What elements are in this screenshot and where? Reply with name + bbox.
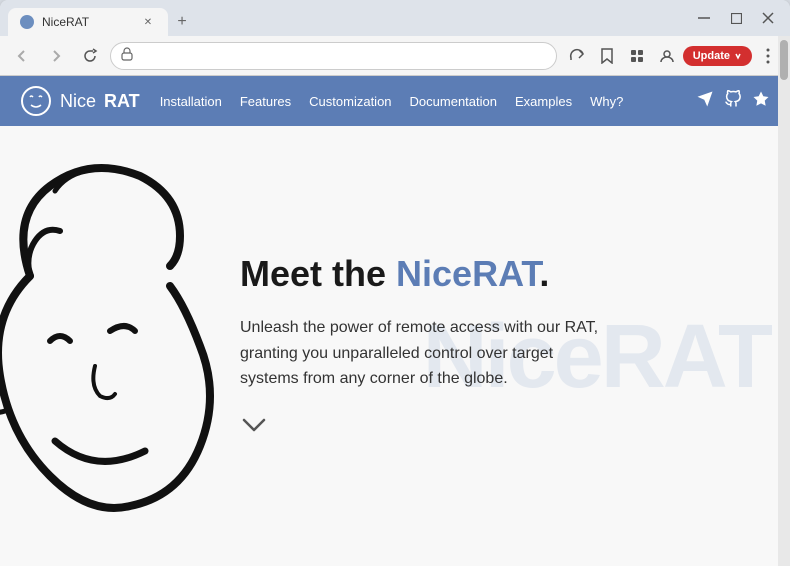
scroll-indicator[interactable]	[240, 416, 600, 440]
hero-description: Unleash the power of remote access with …	[240, 315, 600, 392]
hero-title-plain: Meet the	[240, 253, 396, 294]
hero-title: Meet the NiceRAT.	[240, 252, 600, 295]
hero-title-highlight: NiceRAT	[396, 253, 539, 294]
logo-icon	[20, 85, 52, 117]
maximize-button[interactable]	[722, 4, 750, 32]
tab-favicon	[20, 15, 34, 29]
profile-button[interactable]	[653, 42, 681, 70]
window-controls	[690, 4, 782, 32]
nav-examples[interactable]: Examples	[515, 94, 572, 109]
logo-nice: Nice	[60, 91, 96, 112]
github-icon[interactable]	[724, 90, 742, 113]
nav-features[interactable]: Features	[240, 94, 291, 109]
back-button[interactable]	[8, 42, 36, 70]
toolbar-actions: Update	[563, 42, 782, 70]
new-tab-button[interactable]: +	[168, 8, 196, 36]
forward-button[interactable]	[42, 42, 70, 70]
star-icon[interactable]	[752, 90, 770, 113]
site-logo[interactable]: Nice RAT	[20, 85, 140, 117]
face-illustration	[0, 126, 250, 566]
browser-tab[interactable]: NiceRAT ✕	[8, 8, 168, 36]
scrollbar-thumb[interactable]	[780, 40, 788, 80]
hero-title-end: .	[539, 253, 549, 294]
nav-installation[interactable]: Installation	[160, 94, 222, 109]
hero-text-block: Meet the NiceRAT. Unleash the power of r…	[220, 232, 620, 460]
extensions-button[interactable]	[623, 42, 651, 70]
share-button[interactable]	[563, 42, 591, 70]
nav-links: Installation Features Customization Docu…	[160, 94, 676, 109]
update-button[interactable]: Update	[683, 46, 752, 66]
nav-customization[interactable]: Customization	[309, 94, 391, 109]
scrollbar	[778, 36, 790, 566]
url-bar[interactable]	[110, 42, 557, 70]
close-button[interactable]	[754, 4, 782, 32]
title-bar: NiceRAT ✕ +	[0, 0, 790, 36]
nav-why[interactable]: Why?	[590, 94, 623, 109]
tab-title: NiceRAT	[42, 15, 89, 29]
browser-window: NiceRAT ✕ +	[0, 0, 790, 566]
lock-icon	[121, 47, 133, 64]
logo-rat: RAT	[104, 91, 140, 112]
face-svg	[0, 156, 230, 536]
telegram-icon[interactable]	[696, 90, 714, 113]
update-label: Update	[693, 50, 730, 62]
reload-button[interactable]	[76, 42, 104, 70]
site-navbar: Nice RAT Installation Features Customizat…	[0, 76, 790, 126]
nav-icon-group	[696, 90, 770, 113]
tab-close-button[interactable]: ✕	[140, 14, 156, 30]
minimize-button[interactable]	[690, 4, 718, 32]
page-content: Nice RAT Installation Features Customizat…	[0, 76, 790, 566]
address-bar: Update	[0, 36, 790, 76]
tab-area: NiceRAT ✕ +	[8, 0, 682, 36]
nav-documentation[interactable]: Documentation	[410, 94, 497, 109]
bookmark-button[interactable]	[593, 42, 621, 70]
hero-section: NiceRAT	[0, 126, 790, 566]
